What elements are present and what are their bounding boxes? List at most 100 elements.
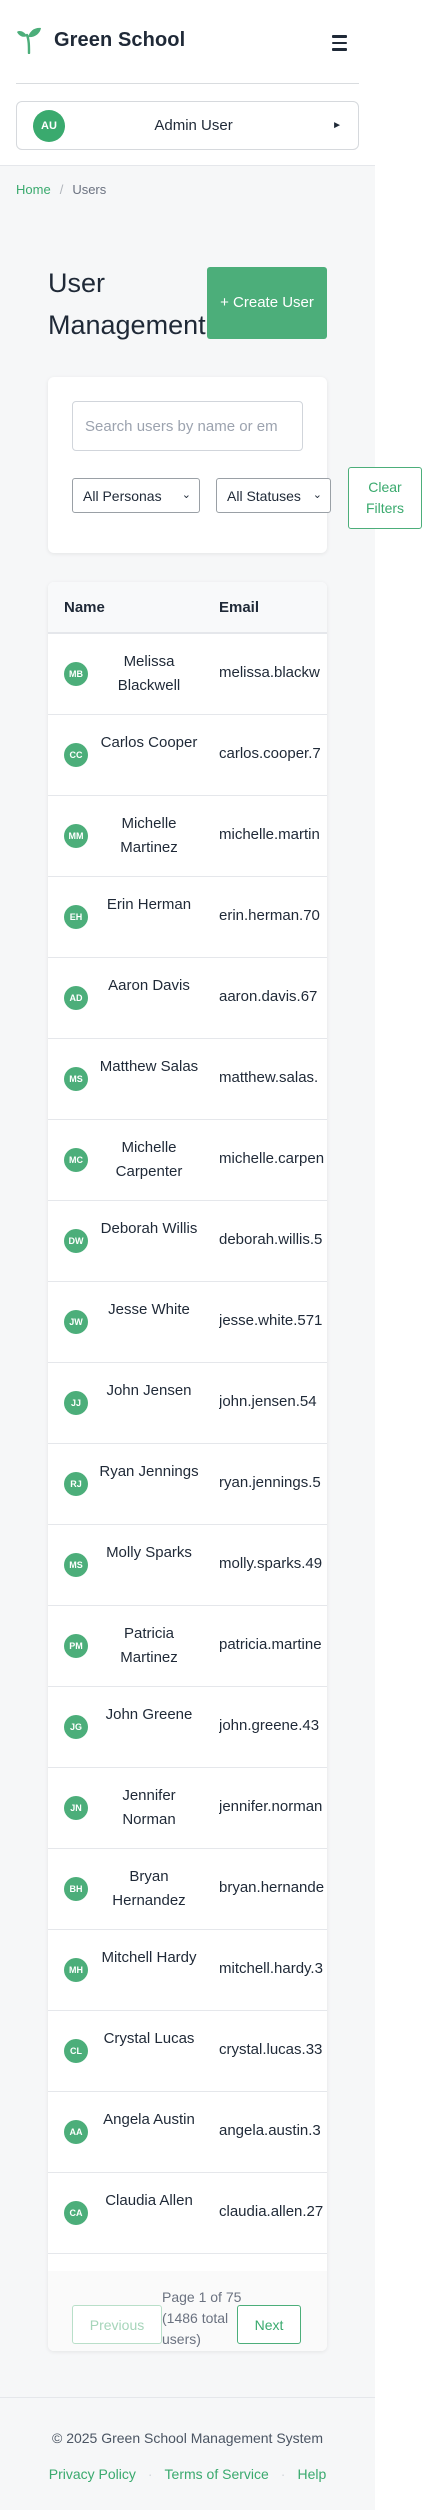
breadcrumb-home-link[interactable]: Home [16, 182, 51, 197]
table-row[interactable]: DW Deborah Willis deborah.willis.5 [48, 1201, 327, 1282]
table-row[interactable]: CA Claudia Allen claudia.allen.27 [48, 2173, 327, 2254]
user-email-cell: crystal.lucas.33 [219, 2041, 323, 2058]
column-header-name[interactable]: Name [64, 599, 105, 616]
avatar: MM [64, 824, 88, 848]
table-row[interactable]: PM Patricia Martinez patricia.martine [48, 1606, 327, 1687]
table-row[interactable]: CL Crystal Lucas crystal.lucas.33 [48, 2011, 327, 2092]
leaf-icon [17, 27, 41, 54]
breadcrumb: Home / Users [16, 182, 106, 197]
user-email-cell: claudia.allen.27 [219, 2203, 324, 2220]
terms-of-service-link[interactable]: Terms of Service [165, 2466, 269, 2482]
brand[interactable]: Green School [16, 26, 185, 54]
user-email-cell: michelle.martin [219, 826, 320, 843]
header-divider [16, 83, 359, 84]
table-row[interactable]: AA Angela Austin angela.austin.3 [48, 2092, 327, 2173]
user-name-cell[interactable]: Mitchell Hardy [94, 1946, 204, 1970]
user-email-cell: bryan.hernande [219, 1879, 325, 1896]
user-name-cell[interactable]: Michelle Martinez [94, 812, 204, 860]
persona-select[interactable]: All Personas ⌄ [72, 478, 200, 513]
user-email-cell: jennifer.norman [219, 1798, 323, 1815]
brand-name: Green School [54, 28, 186, 51]
copyright-text: © 2025 Green School Management System [51, 2430, 324, 2446]
table-row[interactable]: EH Erin Herman erin.herman.70 [48, 877, 327, 958]
user-name-cell[interactable]: Molly Sparks [94, 1541, 204, 1565]
footer: © 2025 Green School Management System Pr… [0, 2397, 375, 2510]
help-link[interactable]: Help [297, 2466, 326, 2482]
user-name-cell[interactable]: Angela Austin [94, 2108, 204, 2132]
page-title: User Management [48, 268, 206, 340]
user-email-cell: jesse.white.571 [219, 1312, 323, 1329]
user-email-cell: melissa.blackw [219, 664, 320, 681]
avatar: AD [64, 986, 88, 1010]
user-menu-button[interactable]: AU Admin User ► [16, 101, 359, 150]
table-row[interactable]: MS Matthew Salas matthew.salas. [48, 1039, 327, 1120]
table-row[interactable]: RJ Ryan Jennings ryan.jennings.5 [48, 1444, 327, 1525]
user-email-cell: john.jensen.54 [219, 1393, 317, 1410]
user-name-cell[interactable]: Patricia Martinez [94, 1622, 204, 1670]
table-row[interactable]: MB Melissa Blackwell melissa.blackw [48, 634, 327, 715]
user-name-cell[interactable]: Ryan Jennings [94, 1460, 204, 1484]
table-row[interactable]: MC Michelle Carpenter michelle.carpen [48, 1120, 327, 1201]
table-row[interactable]: JW Jesse White jesse.white.571 [48, 1282, 327, 1363]
previous-page-button[interactable]: Previous [72, 2305, 162, 2344]
avatar: AA [64, 2120, 88, 2144]
user-email-cell: angela.austin.3 [219, 2122, 321, 2139]
avatar: MH [64, 1958, 88, 1982]
user-name-cell[interactable]: Deborah Willis [94, 1217, 204, 1241]
status-select-value: All Statuses [227, 487, 301, 504]
persona-select-value: All Personas [83, 487, 162, 504]
user-email-cell: mitchell.hardy.3 [219, 1960, 323, 1977]
clear-filters-button[interactable]: Clear Filters [348, 467, 422, 529]
avatar: JW [64, 1310, 88, 1334]
avatar: EH [64, 905, 88, 929]
privacy-policy-link[interactable]: Privacy Policy [49, 2466, 136, 2482]
user-name-cell[interactable]: Erin Herman [94, 893, 204, 917]
table-row[interactable]: JG John Greene john.greene.43 [48, 1687, 327, 1768]
user-name-cell[interactable]: John Greene [94, 1703, 204, 1727]
user-name-cell[interactable]: Carlos Cooper [94, 731, 204, 755]
avatar: CA [64, 2201, 88, 2225]
user-name-cell[interactable]: Jennifer Norman [94, 1784, 204, 1832]
user-name-cell[interactable]: Aaron Davis [94, 974, 204, 998]
user-email-cell: molly.sparks.49 [219, 1555, 323, 1572]
table-row[interactable]: MS Molly Sparks molly.sparks.49 [48, 1525, 327, 1606]
create-user-button[interactable]: + Create User [207, 267, 327, 339]
avatar: MS [64, 1067, 88, 1091]
user-name-cell[interactable]: Jesse White [94, 1298, 204, 1322]
column-header-email[interactable]: Email [219, 599, 259, 616]
table-body: MB Melissa Blackwell melissa.blackw CC Carlo… [48, 634, 327, 2254]
hamburger-menu-icon[interactable] [326, 30, 352, 56]
table-row[interactable]: MH Mitchell Hardy mitchell.hardy.3 [48, 1930, 327, 2011]
table-header: Name Email [48, 582, 327, 634]
chevron-down-icon: ⌄ [181, 489, 191, 501]
next-page-button[interactable]: Next [237, 2305, 301, 2344]
user-name-cell[interactable]: John Jensen [94, 1379, 204, 1403]
status-select[interactable]: All Statuses ⌄ [216, 478, 331, 513]
search-input[interactable] [72, 401, 303, 451]
avatar: CL [64, 2039, 88, 2063]
pagination: Previous Page 1 of 75 (1486 total users)… [48, 2271, 327, 2351]
table-row[interactable]: MM Michelle Martinez michelle.martin [48, 796, 327, 877]
avatar: AU [33, 109, 65, 142]
user-email-cell: deborah.willis.5 [219, 1231, 323, 1248]
user-name-cell[interactable]: Matthew Salas [94, 1055, 204, 1079]
link-separator: · [280, 2466, 286, 2482]
user-name-cell[interactable]: Michelle Carpenter [94, 1136, 204, 1184]
user-name-cell[interactable]: Melissa Blackwell [94, 650, 204, 698]
user-name: Admin User [154, 117, 233, 134]
user-name-cell[interactable]: Bryan Hernandez [94, 1865, 204, 1913]
table-row[interactable]: BH Bryan Hernandez bryan.hernande [48, 1849, 327, 1930]
user-email-cell: aaron.davis.67 [219, 988, 318, 1005]
user-name-cell[interactable]: Crystal Lucas [94, 2027, 204, 2051]
table-row[interactable]: AD Aaron Davis aaron.davis.67 [48, 958, 327, 1039]
table-row[interactable]: CC Carlos Cooper carlos.cooper.7 [48, 715, 327, 796]
table-row[interactable]: JN Jennifer Norman jennifer.norman [48, 1768, 327, 1849]
avatar: PM [64, 1634, 88, 1658]
avatar: MB [64, 662, 88, 686]
user-email-cell: carlos.cooper.7 [219, 745, 321, 762]
app-shell: Green School AU Admin User ► Home / User… [0, 0, 375, 2510]
user-name-cell[interactable]: Claudia Allen [94, 2189, 204, 2213]
user-email-cell: john.greene.43 [219, 1717, 320, 1734]
table-row[interactable]: JJ John Jensen john.jensen.54 [48, 1363, 327, 1444]
top-header: Green School AU Admin User ► [0, 0, 375, 166]
